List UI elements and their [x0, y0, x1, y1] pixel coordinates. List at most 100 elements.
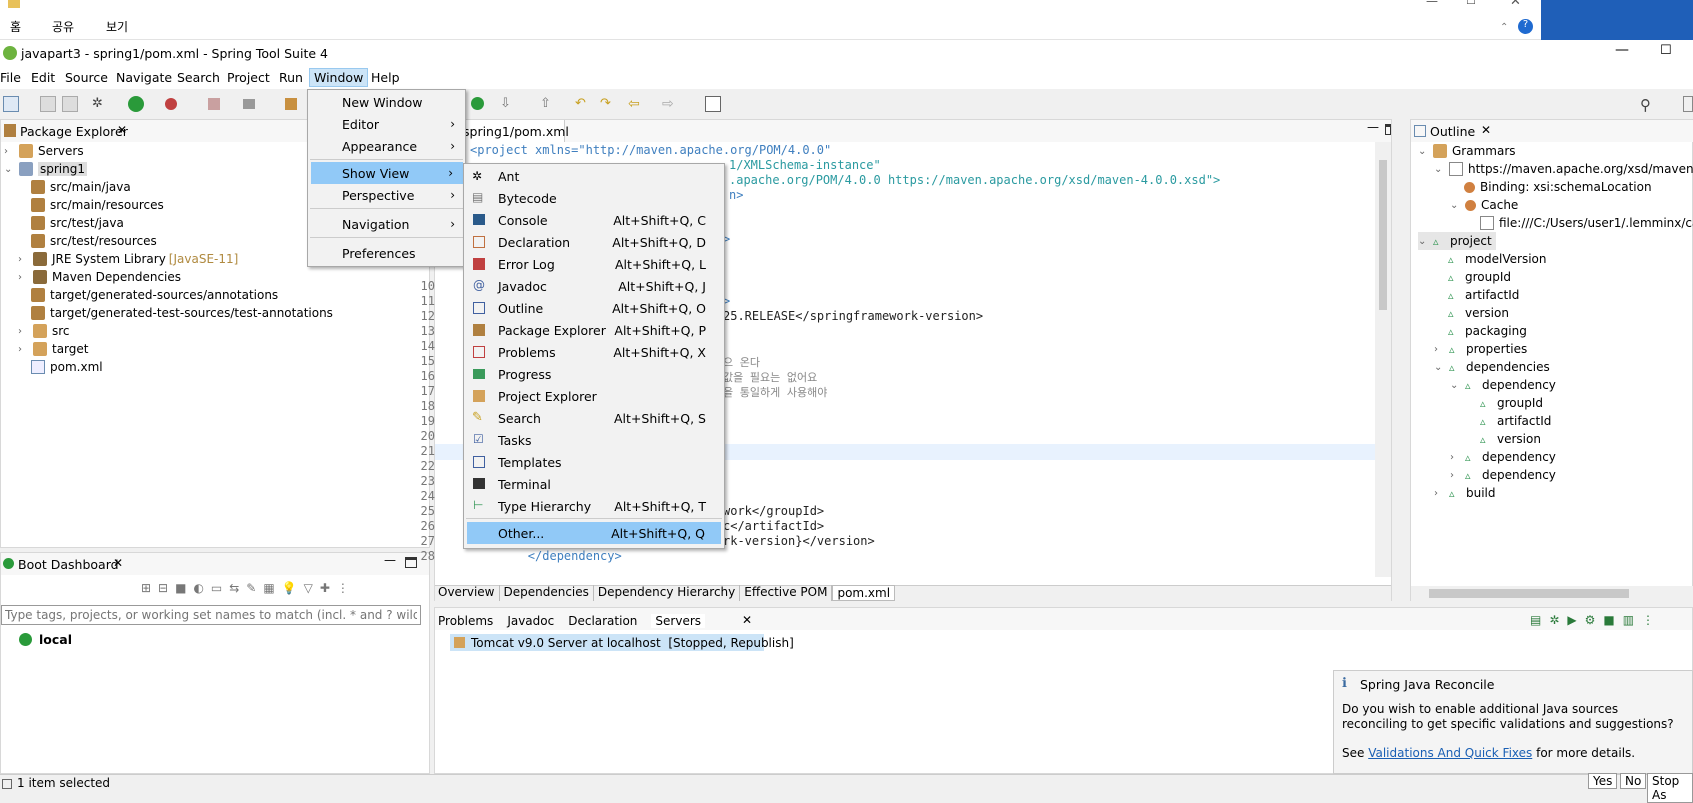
outline-item[interactable]: ▵ groupId [1480, 394, 1543, 412]
servers-toolbar[interactable]: ▤✲▶⚙■▥⋮ [1530, 613, 1662, 627]
close-icon[interactable]: ✕ [1481, 123, 1491, 137]
maximize-icon[interactable]: ☐ [1466, 0, 1476, 7]
maximize-icon[interactable] [1385, 124, 1391, 135]
close-icon[interactable]: ✕ [113, 556, 123, 570]
menu-item-editor[interactable]: Editor › [308, 113, 465, 135]
minimize-icon[interactable]: — [1367, 120, 1379, 134]
tab-overview[interactable]: Overview [434, 585, 500, 601]
close-icon[interactable]: ✕ [1510, 0, 1521, 9]
new-icon[interactable] [3, 96, 19, 112]
stop-icon[interactable] [208, 98, 220, 110]
outline-item[interactable]: ⌄ https://maven.apache.org/xsd/maven-4.0 [1434, 160, 1693, 178]
menu-run[interactable]: Run [279, 70, 303, 85]
tab-servers[interactable]: Servers [651, 614, 706, 628]
tree-item-maven-deps[interactable]: › Maven Dependencies [18, 268, 181, 286]
outline-item[interactable]: ▵ artifactId [1448, 286, 1519, 304]
tab-effective-pom[interactable]: Effective POM [740, 585, 833, 601]
tree-item-src-main-resources[interactable]: src/main/resources [31, 196, 164, 214]
tree-item-gen-test-sources[interactable]: target/generated-test-sources/test-annot… [31, 304, 333, 322]
menu-file[interactable]: File [0, 70, 21, 85]
scrollbar-thumb[interactable] [1429, 589, 1629, 598]
tab-dependencies[interactable]: Dependencies [500, 585, 594, 601]
outline-item[interactable]: ▵ groupId [1448, 268, 1511, 286]
tab-pom-xml[interactable]: pom.xml [832, 585, 896, 601]
notify-stop-button[interactable]: Stop As [1647, 773, 1693, 803]
outline-item[interactable]: ⌄ ▵ dependencies [1434, 358, 1550, 376]
outline-item[interactable]: › ▵ build [1434, 484, 1496, 502]
outline-item[interactable]: › ▵ properties [1434, 340, 1527, 358]
show-view-ant[interactable]: ✲ Ant [464, 165, 724, 187]
help-icon[interactable]: ? [1518, 19, 1533, 34]
debug-icon[interactable]: ✲ [92, 96, 108, 112]
forward-icon[interactable]: ⇨ [662, 96, 678, 112]
chevron-up-icon[interactable]: ⌃ [1500, 22, 1508, 33]
tree-item-src-test-resources[interactable]: src/test/resources [31, 232, 157, 250]
outline-item[interactable]: › ▵ dependency [1450, 466, 1556, 484]
menu-edit[interactable]: Edit [31, 70, 55, 85]
show-view-declaration[interactable]: Declaration Alt+Shift+Q, D [464, 231, 724, 253]
menu-item-navigation[interactable]: Navigation › [308, 213, 465, 235]
save-icon[interactable] [40, 96, 56, 112]
scrollbar-thumb[interactable] [1379, 160, 1387, 310]
close-icon[interactable]: ✕ [117, 123, 127, 137]
external-tools-icon[interactable] [243, 99, 255, 109]
tab-javadoc[interactable]: Javadoc [507, 614, 554, 628]
menu-window[interactable]: Window [309, 68, 369, 87]
tab-declaration[interactable]: Declaration [568, 614, 637, 628]
menu-search[interactable]: Search [177, 70, 220, 85]
show-view-package-explorer[interactable]: Package Explorer Alt+Shift+Q, P [464, 319, 724, 341]
menu-item-perspective[interactable]: Perspective › [308, 184, 465, 206]
next-annotation-icon[interactable]: ⇩ [500, 96, 516, 112]
package-explorer-tab[interactable]: Package Explorer [20, 124, 128, 139]
menu-source[interactable]: Source [65, 70, 108, 85]
boot-local-item[interactable]: local [39, 632, 72, 647]
show-view-error-log[interactable]: Error Log Alt+Shift+Q, L [464, 253, 724, 275]
outline-item[interactable]: ▵ modelVersion [1448, 250, 1547, 268]
tree-item-target[interactable]: › target [18, 340, 89, 358]
menu-item-preferences[interactable]: Preferences [308, 242, 465, 264]
show-view-search[interactable]: ✎ Search Alt+Shift+Q, S [464, 407, 724, 429]
validations-link[interactable]: Validations And Quick Fixes [1368, 746, 1532, 760]
show-view-console[interactable]: Console Alt+Shift+Q, C [464, 209, 724, 231]
show-view-javadoc[interactable]: @ Javadoc Alt+Shift+Q, J [464, 275, 724, 297]
pin-editor-icon[interactable] [705, 96, 721, 112]
menu-help[interactable]: Help [371, 70, 400, 85]
maximize-icon[interactable]: ☐ [1660, 43, 1672, 58]
close-icon[interactable]: ✕ [742, 613, 752, 627]
show-view-terminal[interactable]: Terminal [464, 473, 724, 495]
menu-item-show-view[interactable]: Show View › [311, 162, 463, 184]
show-view-progress[interactable]: Progress [464, 363, 724, 385]
new-package-icon[interactable] [285, 98, 297, 110]
save-all-icon[interactable] [62, 96, 78, 112]
prev-annotation-icon[interactable]: ⇧ [540, 96, 556, 112]
outline-item[interactable]: Binding: xsi:schemaLocation [1464, 178, 1652, 196]
editor-tab-pom[interactable]: spring1/pom.xml [463, 124, 569, 139]
perspective-icon[interactable] [1683, 96, 1693, 112]
search-icon[interactable]: ⚲ [1640, 96, 1656, 114]
show-view-outline[interactable]: Outline Alt+Shift+Q, O [464, 297, 724, 319]
tree-item-gen-sources[interactable]: target/generated-sources/annotations [31, 286, 278, 304]
outline-item-project[interactable]: ⌄ ▵ project [1418, 232, 1496, 250]
run-icon[interactable] [128, 96, 144, 112]
outline-tab[interactable]: Outline [1430, 124, 1475, 139]
tree-item-src-main-java[interactable]: src/main/java [31, 178, 131, 196]
menu-item-new-window[interactable]: New Window [308, 91, 465, 113]
minimize-icon[interactable]: — [384, 553, 396, 567]
minimize-icon[interactable]: — [1615, 42, 1629, 58]
tree-item-src[interactable]: › src [18, 322, 70, 340]
outline-item[interactable]: ⌄ ▵ dependency [1450, 376, 1556, 394]
tree-item-src-test-java[interactable]: src/test/java [31, 214, 124, 232]
show-view-problems[interactable]: Problems Alt+Shift+Q, X [464, 341, 724, 363]
outline-item[interactable]: ▵ version [1480, 430, 1541, 448]
ribbon-tab-view[interactable]: 보기 [106, 18, 128, 35]
tree-item-spring1[interactable]: ⌄ spring1 [4, 160, 87, 178]
ribbon-tab-home[interactable]: 홈 [10, 18, 21, 35]
last-edit-icon[interactable]: ↶ [575, 96, 591, 112]
show-view-project-explorer[interactable]: Project Explorer [464, 385, 724, 407]
coverage-icon[interactable] [165, 98, 177, 110]
outline-item[interactable]: ▵ version [1448, 304, 1509, 322]
minimize-icon[interactable]: — [1426, 0, 1438, 8]
show-view-tasks[interactable]: ☑ Tasks [464, 429, 724, 451]
outline-item[interactable]: › ▵ dependency [1450, 448, 1556, 466]
notify-yes-button[interactable]: Yes [1588, 773, 1618, 789]
